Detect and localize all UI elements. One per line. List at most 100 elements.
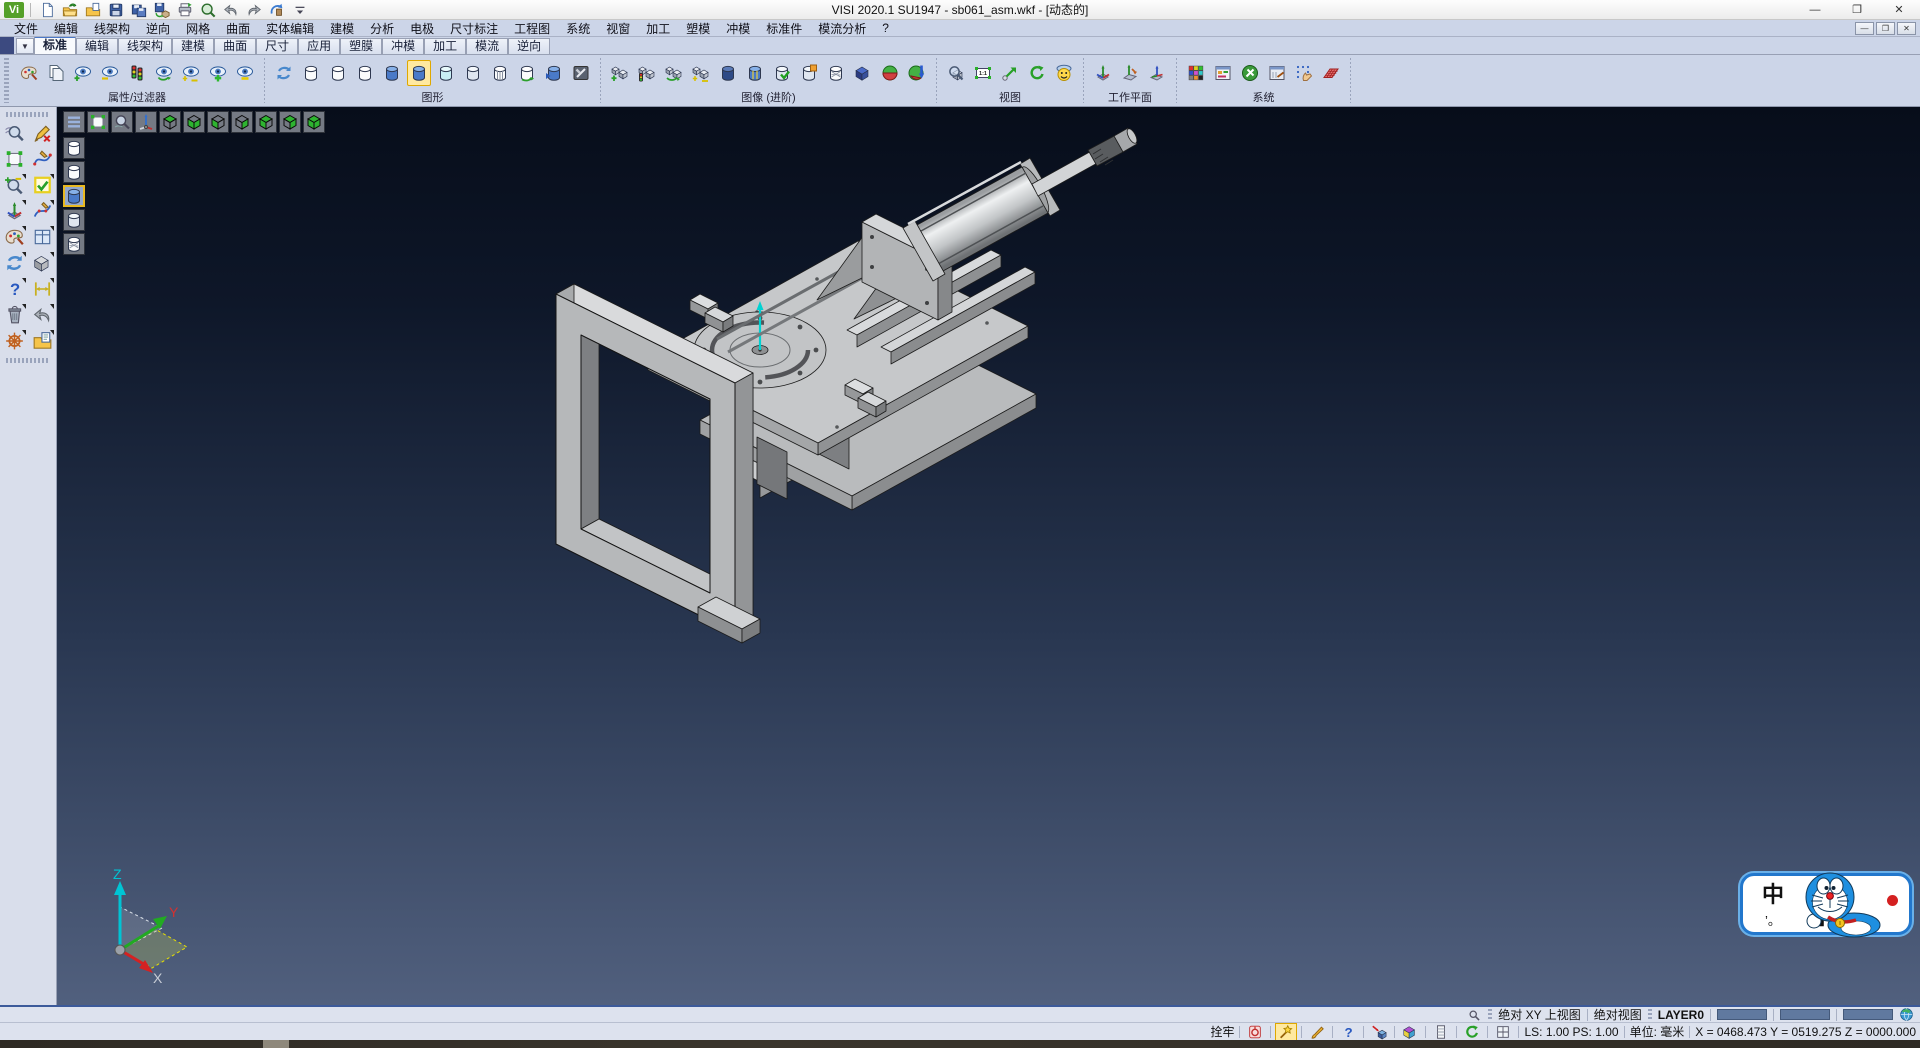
menu-12[interactable]: 工程图 <box>506 19 558 38</box>
solid-cube-icon[interactable] <box>30 251 55 275</box>
menu-14[interactable]: 视窗 <box>598 19 638 38</box>
menu-16[interactable]: 塑模 <box>678 19 718 38</box>
menu-3[interactable]: 线架构 <box>86 19 138 38</box>
ime-mode-chinese[interactable]: 中 <box>1762 877 1784 909</box>
tab-线架构[interactable]: 线架构 <box>118 38 172 54</box>
layer-swatch-1[interactable] <box>1717 1009 1767 1020</box>
save-as-icon[interactable] <box>129 1 149 19</box>
menu-7[interactable]: 实体编辑 <box>258 19 322 38</box>
graphics-options-icon[interactable] <box>569 60 593 86</box>
menu-10[interactable]: 电极 <box>402 19 442 38</box>
globe-icon[interactable] <box>1899 1007 1914 1022</box>
view-isometric-icon[interactable] <box>303 111 325 133</box>
ime-punctuation[interactable]: ’。 <box>1765 910 1781 929</box>
solid-tag-icon[interactable] <box>797 60 821 86</box>
system-tools-icon[interactable] <box>1238 60 1262 86</box>
menu-18[interactable]: 标准件 <box>758 19 810 38</box>
edit-erase-icon[interactable] <box>30 121 55 145</box>
view-front-icon[interactable] <box>255 111 277 133</box>
view-right-icon[interactable] <box>231 111 253 133</box>
customize-dropdown-icon[interactable] <box>290 1 310 19</box>
pan-view-icon[interactable] <box>998 60 1022 86</box>
brush-gold-icon[interactable] <box>1307 1024 1327 1040</box>
window-grid-icon[interactable] <box>30 225 55 249</box>
minimize-button[interactable]: — <box>1794 0 1836 19</box>
snap-settings-icon[interactable] <box>1292 60 1316 86</box>
tab-曲面[interactable]: 曲面 <box>214 38 256 54</box>
hide-all-icon[interactable] <box>233 60 257 86</box>
sidebar-drag-handle-bottom[interactable] <box>6 358 50 363</box>
taskbar-button[interactable] <box>263 1040 289 1048</box>
lock-label[interactable]: 拴牢 <box>1210 1023 1234 1040</box>
redo-icon[interactable] <box>244 1 264 19</box>
zoom-extents-icon[interactable] <box>87 111 109 133</box>
copy-attributes-icon[interactable] <box>44 60 68 86</box>
maximize-button[interactable]: ❐ <box>1836 0 1878 19</box>
shade-refresh-icon[interactable] <box>662 60 686 86</box>
menu-4[interactable]: 逆向 <box>138 19 178 38</box>
point-to-solid-icon[interactable] <box>1369 1024 1389 1040</box>
render-hidden-line-icon[interactable] <box>63 161 85 183</box>
active-layer-label[interactable]: LAYER0 <box>1658 1008 1704 1022</box>
menu-15[interactable]: 加工 <box>638 19 678 38</box>
tab-建模[interactable]: 建模 <box>172 38 214 54</box>
show-add-icon[interactable] <box>71 60 95 86</box>
solid-info-icon[interactable] <box>1400 1024 1420 1040</box>
menu-8[interactable]: 建模 <box>322 19 362 38</box>
import-file-icon[interactable] <box>83 1 103 19</box>
tab-dropdown-button[interactable]: ▼ <box>16 38 34 54</box>
menu-6[interactable]: 曲面 <box>218 19 258 38</box>
solid-striped-icon[interactable] <box>743 60 767 86</box>
ghost-mode-icon[interactable] <box>461 60 485 86</box>
close-button[interactable]: ✕ <box>1878 0 1920 19</box>
undo-operation-icon[interactable] <box>30 303 55 327</box>
auto-rotate-icon[interactable] <box>1462 1024 1482 1040</box>
show-all-icon[interactable] <box>206 60 230 86</box>
menu-11[interactable]: 尺寸标注 <box>442 19 506 38</box>
magic-select-icon[interactable] <box>1276 1024 1296 1040</box>
workplane-standard-icon[interactable] <box>1091 60 1115 86</box>
striped-mode-icon[interactable] <box>488 60 512 86</box>
layer-list-icon[interactable] <box>1431 1024 1451 1040</box>
view-orientation-icon[interactable] <box>1052 60 1076 86</box>
wcs-axes-icon[interactable] <box>2 199 27 223</box>
selection-check-icon[interactable] <box>30 173 55 197</box>
menu-5[interactable]: 网格 <box>178 19 218 38</box>
dashed-hidden-mode-icon[interactable] <box>353 60 377 86</box>
print-icon[interactable] <box>175 1 195 19</box>
curve-edit-icon[interactable] <box>30 199 55 223</box>
tab-标准[interactable]: 标准 <box>34 36 76 54</box>
zoom-plus-minus-icon[interactable] <box>2 173 27 197</box>
view-bottom-icon[interactable] <box>183 111 205 133</box>
tab-逆向[interactable]: 逆向 <box>508 38 550 54</box>
menu-17[interactable]: 冲模 <box>718 19 758 38</box>
shaded-edges-mode-icon[interactable] <box>407 60 431 86</box>
absolute-view-label[interactable]: 绝对视图 <box>1594 1006 1642 1023</box>
undo-icon[interactable] <box>221 1 241 19</box>
render-wireframe-icon[interactable] <box>63 137 85 159</box>
render-shaded-icon[interactable] <box>63 185 85 207</box>
shade-traffic-light-icon[interactable] <box>635 60 659 86</box>
hidden-line-mode-icon[interactable] <box>326 60 350 86</box>
zoom-window-icon[interactable] <box>2 147 27 171</box>
file-manager-icon[interactable] <box>30 329 55 353</box>
rotate-view-icon[interactable] <box>1025 60 1049 86</box>
show-remove-icon[interactable] <box>98 60 122 86</box>
transparent-mode-icon[interactable] <box>434 60 458 86</box>
layer-swatch-2[interactable] <box>1780 1009 1830 1020</box>
zoom-trace-icon[interactable] <box>2 121 27 145</box>
tab-应用[interactable]: 应用 <box>298 38 340 54</box>
color-table-icon[interactable] <box>1184 60 1208 86</box>
render-mesh-icon[interactable] <box>63 233 85 255</box>
wcs-triad-icon[interactable] <box>135 111 157 133</box>
configuration-icon[interactable] <box>1265 60 1289 86</box>
shade-update-icon[interactable] <box>515 60 539 86</box>
tab-塑膜[interactable]: 塑膜 <box>340 38 382 54</box>
tab-冲模[interactable]: 冲模 <box>382 38 424 54</box>
search-icon[interactable] <box>1466 1008 1482 1022</box>
show-plus-minus-icon[interactable] <box>179 60 203 86</box>
mdi-restore-button[interactable]: ❐ <box>1876 22 1895 35</box>
save-icon[interactable] <box>106 1 126 19</box>
spline-create-icon[interactable] <box>30 147 55 171</box>
attributes-window-icon[interactable] <box>1211 60 1235 86</box>
